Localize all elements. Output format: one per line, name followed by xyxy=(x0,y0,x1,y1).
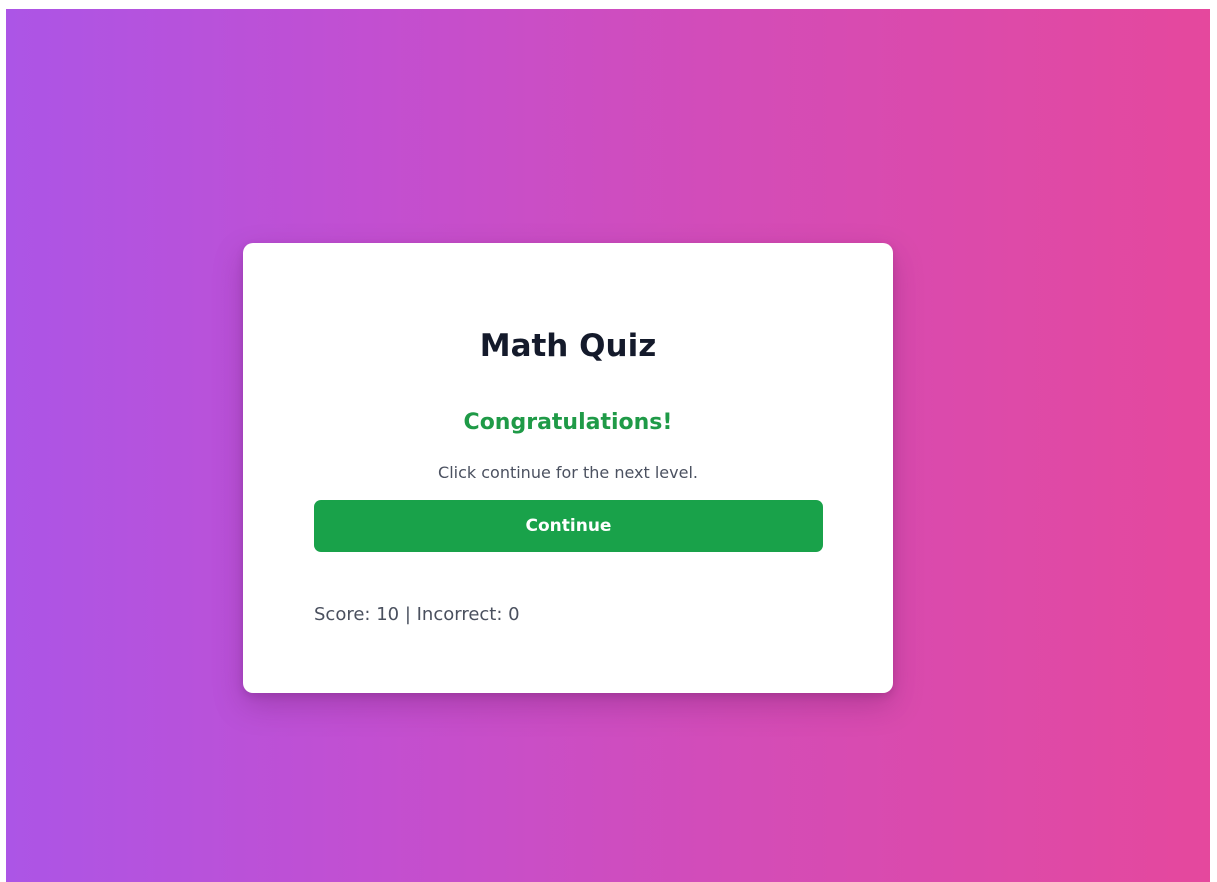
congratulations-message: Congratulations! xyxy=(463,410,673,435)
score-status: Score: 10 | Incorrect: 0 xyxy=(314,604,520,625)
quiz-card: Math Quiz Congratulations! Click continu… xyxy=(243,243,893,693)
next-level-instructions: Click continue for the next level. xyxy=(438,463,698,482)
quiz-title: Math Quiz xyxy=(479,328,657,364)
page-background: Math Quiz Congratulations! Click continu… xyxy=(6,9,1210,882)
continue-button[interactable]: Continue xyxy=(314,500,823,552)
